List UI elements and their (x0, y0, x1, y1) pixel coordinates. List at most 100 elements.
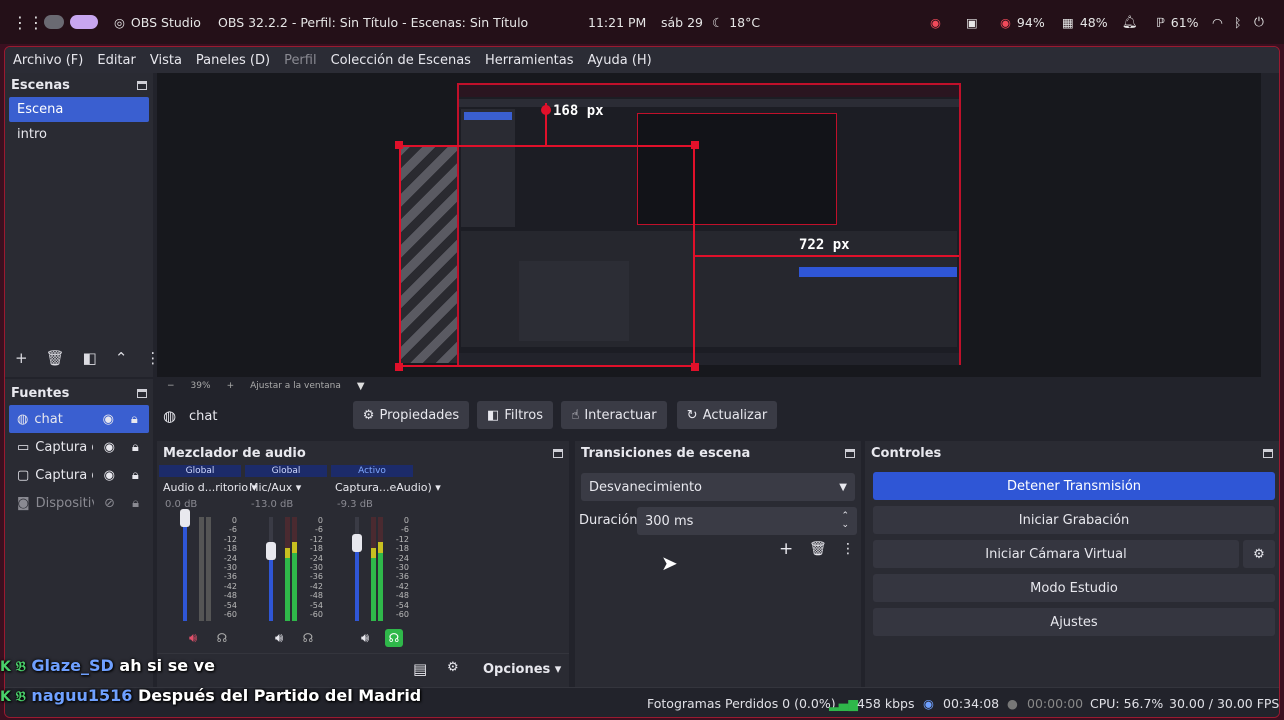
channel-name-menu[interactable]: Captura...eAudio) ▾ (335, 481, 441, 494)
dropped-frames: Fotogramas Perdidos 0 (0.0%) (647, 696, 836, 711)
resize-handle-tr[interactable] (691, 141, 699, 149)
undock-icon[interactable] (845, 448, 855, 458)
virtual-camera-settings-icon[interactable]: ⚙ (1243, 540, 1275, 568)
lock-icon[interactable]: 🔒︎ (125, 440, 145, 455)
scene-filters-icon[interactable]: ◧ (83, 349, 97, 367)
transition-type-select[interactable]: Desvanecimiento ▼ (581, 473, 855, 501)
scene-item-escena[interactable]: Escena (9, 97, 149, 122)
add-transition-icon[interactable]: + (779, 539, 793, 559)
channel-tag: Global (245, 465, 327, 477)
power-icon[interactable]: ⏻ (1254, 0, 1264, 44)
studio-mode-button[interactable]: Modo Estudio (873, 574, 1275, 602)
lock-icon[interactable]: 🔒︎ (124, 412, 144, 427)
battery-indicator[interactable]: ◉ 94% (1000, 0, 1045, 44)
menu-perfil[interactable]: Perfil (277, 53, 324, 68)
browser-source-icon: ◍ (17, 411, 29, 427)
undock-icon[interactable] (137, 80, 147, 90)
fader-handle[interactable] (180, 509, 190, 527)
add-scene-icon[interactable]: + (15, 349, 28, 367)
menu-ayuda[interactable]: Ayuda (H) (581, 53, 659, 68)
source-item-captura-1[interactable]: ▭ Captura d ◉ 🔒︎ (9, 433, 149, 461)
visibility-eye-icon[interactable]: ◉ (99, 440, 119, 455)
undock-icon[interactable] (137, 388, 147, 398)
menu-paneles[interactable]: Paneles (D) (189, 53, 277, 68)
mixer-options-button[interactable]: Opciones ▾ (483, 662, 561, 677)
monitor-headphones-icon[interactable]: ☊ (385, 629, 403, 647)
workspace-switcher[interactable] (44, 0, 98, 44)
menu-archivo[interactable]: Archivo (F) (5, 53, 90, 68)
menu-coleccion-escenas[interactable]: Colección de Escenas (324, 53, 478, 68)
remove-scene-icon[interactable]: 🗑︎ (46, 349, 65, 367)
volume-fader[interactable] (180, 509, 190, 621)
menu-vista[interactable]: Vista (143, 53, 189, 68)
zoom-in-icon[interactable]: + (227, 381, 235, 391)
spin-arrows-icon[interactable]: ⌃ ⌄ (841, 512, 849, 530)
transition-menu-icon[interactable]: ⋮ (841, 541, 855, 557)
preview-canvas[interactable]: 168 px 722 px (157, 73, 1261, 377)
fader-handle[interactable] (352, 534, 362, 552)
speaker-icon[interactable]: 🔊︎ (361, 631, 369, 646)
refresh-button[interactable]: ↻ Actualizar (677, 401, 777, 429)
source-item-chat[interactable]: ◍ chat ◉ 🔒︎ (9, 405, 149, 433)
stop-streaming-button[interactable]: Detener Transmisión (873, 472, 1275, 500)
clock-time[interactable]: 11:21 PM (588, 0, 646, 44)
move-up-icon[interactable]: ⌃ (115, 349, 128, 367)
interact-button[interactable]: ☝ Interactuar (561, 401, 667, 429)
bluetooth-icon[interactable]: ᛒ (1234, 0, 1242, 44)
rotation-handle[interactable] (541, 105, 551, 115)
taskbar-app[interactable]: ◎ OBS Studio (114, 0, 201, 44)
start-recording-button[interactable]: Iniciar Grabación (873, 506, 1275, 534)
record-indicator-icon[interactable]: ◉ (930, 0, 941, 44)
resize-handle-br[interactable] (691, 363, 699, 371)
menu-editar[interactable]: Editar (90, 53, 143, 68)
wifi-icon[interactable]: ◠ (1212, 0, 1223, 44)
fit-dropdown-icon[interactable]: ▼ (357, 381, 365, 392)
memory-indicator[interactable]: ▦ 48% (1062, 0, 1108, 44)
notifications-bell-icon[interactable]: 🔔︎ (1122, 0, 1138, 44)
settings-button[interactable]: Ajustes (873, 608, 1275, 636)
volume-fader[interactable] (352, 517, 362, 621)
selection-bounding-box[interactable] (399, 145, 695, 367)
speaker-icon[interactable]: 🔊︎ (275, 631, 283, 646)
monitor-headphones-icon[interactable]: ☊ (299, 629, 317, 647)
system-taskbar: ⋮⋮ ◎ OBS Studio OBS 32.2.2 - Perfil: Sin … (0, 0, 1284, 44)
properties-button[interactable]: ⚙ Propiedades (353, 401, 469, 429)
undock-icon[interactable] (553, 448, 563, 458)
source-item-dispositivo[interactable]: ◙ Dispositiv ⊘ 🔒︎ (9, 489, 149, 517)
clock-date[interactable]: sáb 29 (661, 0, 703, 44)
start-virtual-camera-button[interactable]: Iniciar Cámara Virtual (873, 540, 1239, 568)
hidden-eye-icon[interactable]: ⊘ (100, 496, 120, 511)
browser-source-icon: ◍ (163, 407, 177, 425)
volume-fader[interactable] (266, 517, 276, 621)
zoom-out-icon[interactable]: − (167, 381, 175, 391)
resize-handle-bl[interactable] (395, 363, 403, 371)
filters-button[interactable]: ◧ Filtros (477, 401, 553, 429)
channel-name-menu[interactable]: Audio d...ritorio ▾ (163, 481, 257, 494)
lock-icon[interactable]: 🔒︎ (125, 468, 145, 483)
duration-spinbox[interactable]: 300 ms ⌃ ⌄ (637, 507, 857, 535)
undock-icon[interactable] (1263, 448, 1273, 458)
muted-speaker-icon[interactable]: 🔊︎ (189, 631, 197, 646)
scene-item-intro[interactable]: intro (9, 122, 149, 147)
cpu-indicator[interactable]: ℙ 61% (1156, 0, 1199, 44)
monitor-headphones-icon[interactable]: ☊ (213, 629, 231, 647)
chat-message: K 𝔅 Glaze_SD ah si se ve (0, 656, 215, 675)
remove-transition-icon[interactable]: 🗑︎ (809, 541, 827, 557)
controls-title: Controles (865, 441, 1279, 465)
weather[interactable]: ☾ 18°C (712, 0, 760, 44)
mixer-settings-icon[interactable]: ⚙ (447, 660, 459, 675)
mixer-layout-icon[interactable]: ▤ (413, 660, 427, 678)
resize-handle-tl[interactable] (395, 141, 403, 149)
channel-name-menu[interactable]: Mic/Aux ▾ (249, 481, 301, 494)
menu-herramientas[interactable]: Herramientas (478, 53, 581, 68)
fit-window-button[interactable]: Ajustar a la ventana (250, 381, 341, 391)
stream-time: 00:34:08 (943, 696, 1000, 711)
apps-grid-icon[interactable]: ⋮⋮ (12, 0, 44, 44)
visibility-eye-icon[interactable]: ◉ (98, 412, 118, 427)
visibility-eye-icon[interactable]: ◉ (99, 468, 119, 483)
clipboard-icon[interactable]: ▣ (966, 0, 978, 44)
source-item-captura-2[interactable]: ▢ Captura d ◉ 🔒︎ (9, 461, 149, 489)
lock-icon[interactable]: 🔒︎ (126, 496, 146, 511)
meter-tick-label: -60 (395, 609, 409, 619)
fader-handle[interactable] (266, 542, 276, 560)
